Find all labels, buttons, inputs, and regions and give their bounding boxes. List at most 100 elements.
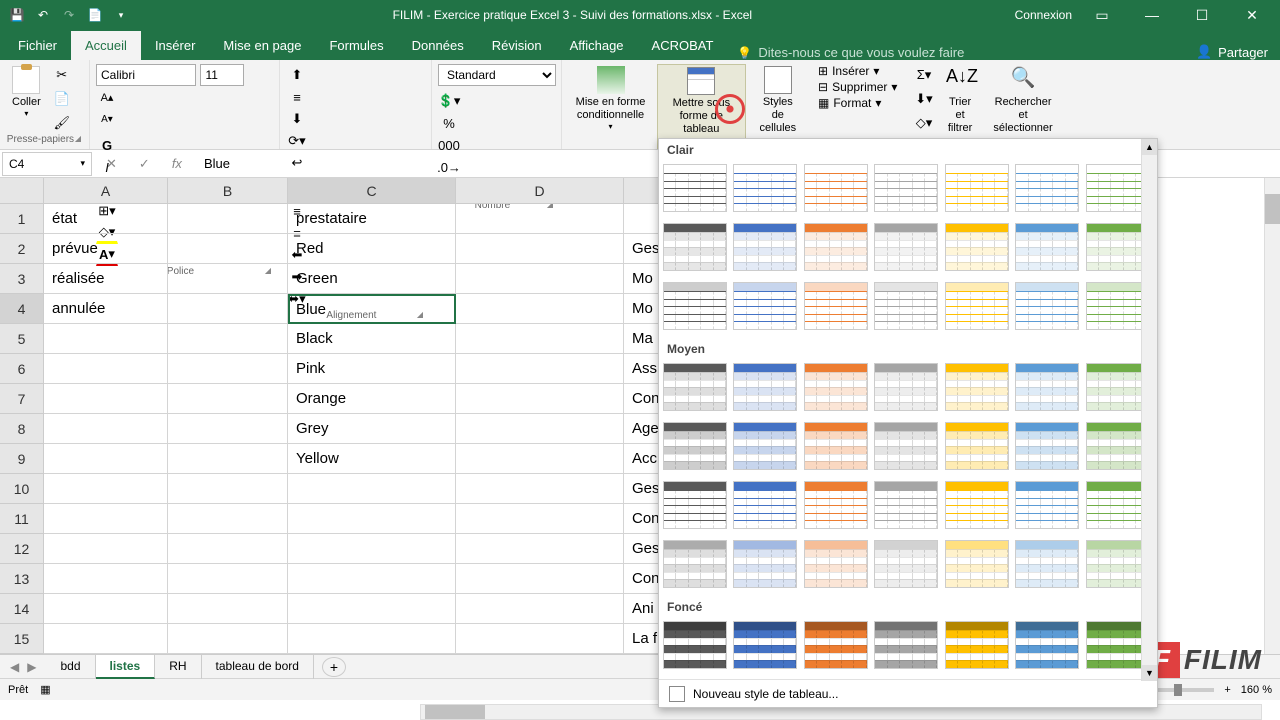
fill-down-icon[interactable]: ⬇▾ — [913, 88, 935, 110]
row-header-7[interactable]: 7 — [0, 384, 44, 414]
cell-A10[interactable] — [44, 474, 168, 504]
cell-C14[interactable] — [288, 594, 456, 624]
conditional-format-button[interactable]: Mise en forme conditionnelle▾ — [568, 64, 653, 134]
row-header-8[interactable]: 8 — [0, 414, 44, 444]
table-style-swatch[interactable] — [945, 363, 1009, 411]
row-header-2[interactable]: 2 — [0, 234, 44, 264]
tab-revision[interactable]: Révision — [478, 31, 556, 60]
copy-icon[interactable]: 📄 — [51, 88, 73, 110]
table-style-swatch[interactable] — [733, 223, 797, 271]
table-style-swatch[interactable] — [1015, 164, 1079, 212]
clipboard-launcher-icon[interactable]: ◢ — [75, 134, 81, 143]
cell-B1[interactable] — [168, 204, 288, 234]
undo-icon[interactable]: ↶ — [34, 6, 52, 24]
column-header-B[interactable]: B — [168, 178, 288, 204]
cell-C11[interactable] — [288, 504, 456, 534]
row-header-1[interactable]: 1 — [0, 204, 44, 234]
table-style-swatch[interactable] — [733, 363, 797, 411]
orientation-icon[interactable]: ⟳▾ — [286, 130, 308, 152]
vertical-scrollbar[interactable] — [1264, 178, 1280, 654]
cell-D2[interactable] — [456, 234, 624, 264]
cell-C2[interactable]: Red — [288, 234, 456, 264]
font-size-select[interactable] — [200, 64, 244, 86]
fx-icon[interactable]: fx — [166, 156, 188, 171]
sheet-nav-next-icon[interactable]: ▶ — [27, 660, 36, 674]
tab-donnees[interactable]: Données — [398, 31, 478, 60]
close-icon[interactable]: ✕ — [1232, 0, 1272, 30]
tab-affichage[interactable]: Affichage — [556, 31, 638, 60]
cell-C15[interactable] — [288, 624, 456, 654]
zoom-level[interactable]: 160 % — [1241, 684, 1272, 696]
cell-B10[interactable] — [168, 474, 288, 504]
table-style-swatch[interactable] — [1086, 481, 1150, 529]
column-header-C[interactable]: C — [288, 178, 456, 204]
table-style-swatch[interactable] — [663, 164, 727, 212]
save-icon[interactable]: 💾 — [8, 6, 26, 24]
cell-C9[interactable]: Yellow — [288, 444, 456, 474]
table-style-swatch[interactable] — [804, 164, 868, 212]
tab-formules[interactable]: Formules — [315, 31, 397, 60]
format-as-table-button[interactable]: Mettre sous forme de tableau▾ — [657, 64, 746, 149]
sheet-tab-bdd[interactable]: bdd — [46, 655, 95, 679]
table-style-swatch[interactable] — [804, 282, 868, 330]
table-style-swatch[interactable] — [804, 223, 868, 271]
table-style-swatch[interactable] — [1015, 363, 1079, 411]
row-header-6[interactable]: 6 — [0, 354, 44, 384]
cell-D12[interactable] — [456, 534, 624, 564]
column-header-D[interactable]: D — [456, 178, 624, 204]
table-style-swatch[interactable] — [874, 481, 938, 529]
cell-B15[interactable] — [168, 624, 288, 654]
decrease-font-icon[interactable]: A▾ — [96, 108, 118, 130]
cell-C3[interactable]: Green — [288, 264, 456, 294]
paste-button[interactable]: Coller ▾ — [6, 64, 47, 121]
cell-A14[interactable] — [44, 594, 168, 624]
table-style-swatch[interactable] — [804, 363, 868, 411]
find-select-button[interactable]: 🔍 Rechercher et sélectionner▾ — [985, 64, 1061, 147]
row-header-5[interactable]: 5 — [0, 324, 44, 354]
table-style-swatch[interactable] — [1086, 540, 1150, 588]
table-style-swatch[interactable] — [733, 540, 797, 588]
table-style-swatch[interactable] — [804, 422, 868, 470]
table-style-swatch[interactable] — [874, 223, 938, 271]
row-header-15[interactable]: 15 — [0, 624, 44, 654]
table-style-swatch[interactable] — [1015, 282, 1079, 330]
table-style-swatch[interactable] — [663, 223, 727, 271]
format-cells-button[interactable]: ▦ Format ▾ — [818, 96, 901, 110]
align-top-icon[interactable]: ⬆ — [286, 64, 308, 86]
cell-B4[interactable] — [168, 294, 288, 324]
align-middle-icon[interactable]: ≡ — [286, 86, 308, 108]
cell-A1[interactable]: état — [44, 204, 168, 234]
cell-D14[interactable] — [456, 594, 624, 624]
name-box[interactable]: C4 ▾ — [2, 152, 92, 176]
tab-mise-en-page[interactable]: Mise en page — [209, 31, 315, 60]
cell-B12[interactable] — [168, 534, 288, 564]
cell-B3[interactable] — [168, 264, 288, 294]
cell-D9[interactable] — [456, 444, 624, 474]
clear-icon[interactable]: ◇▾ — [913, 112, 935, 134]
accounting-icon[interactable]: 💲▾ — [438, 90, 460, 112]
cell-D4[interactable] — [456, 294, 624, 324]
table-style-swatch[interactable] — [733, 164, 797, 212]
bold-button[interactable]: G — [96, 134, 118, 156]
select-all-corner[interactable] — [0, 178, 44, 204]
row-header-9[interactable]: 9 — [0, 444, 44, 474]
cell-D11[interactable] — [456, 504, 624, 534]
table-style-swatch[interactable] — [874, 282, 938, 330]
tell-me-search[interactable]: 💡 Dites-nous ce que vous voulez faire — [737, 45, 964, 60]
table-style-swatch[interactable] — [945, 481, 1009, 529]
cell-D10[interactable] — [456, 474, 624, 504]
table-style-swatch[interactable] — [1015, 481, 1079, 529]
cell-A7[interactable] — [44, 384, 168, 414]
gallery-scroll-up-icon[interactable]: ▲ — [1142, 139, 1157, 155]
touch-icon[interactable]: 📄 — [86, 6, 104, 24]
table-style-swatch[interactable] — [1086, 422, 1150, 470]
number-format-select[interactable]: Standard — [438, 64, 556, 86]
cell-B6[interactable] — [168, 354, 288, 384]
redo-icon[interactable]: ↷ — [60, 6, 78, 24]
table-style-swatch[interactable] — [874, 621, 938, 669]
ribbon-display-icon[interactable]: ▭ — [1082, 0, 1122, 30]
cell-A6[interactable] — [44, 354, 168, 384]
table-style-swatch[interactable] — [663, 621, 727, 669]
cell-C1[interactable]: prestataire — [288, 204, 456, 234]
table-style-swatch[interactable] — [804, 481, 868, 529]
